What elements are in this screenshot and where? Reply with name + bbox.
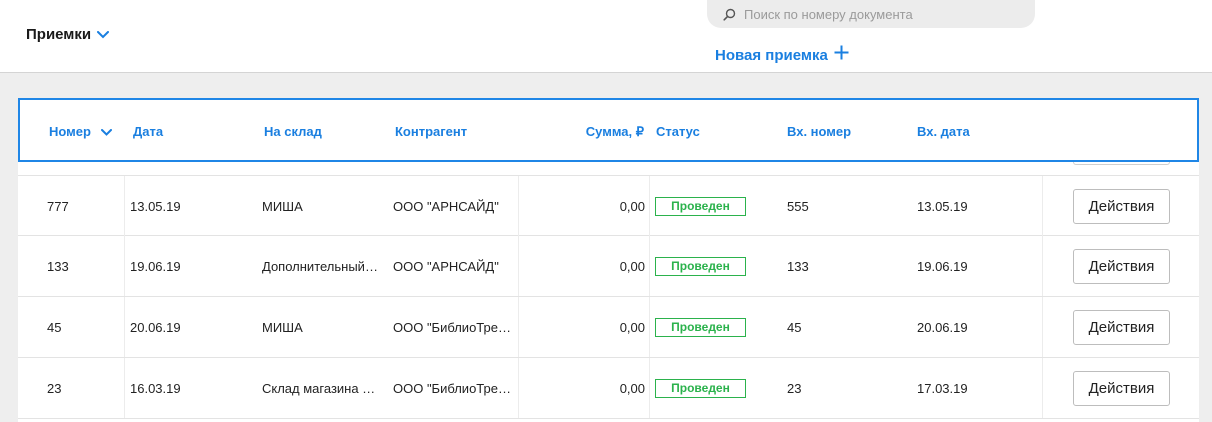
column-divider bbox=[1042, 236, 1043, 296]
column-header-status[interactable]: Статус bbox=[656, 124, 700, 139]
cell-in-number: 555 bbox=[787, 198, 809, 214]
cell-in-date: 20.06.19 bbox=[917, 319, 968, 335]
cell-counterparty: ООО "АРНСАЙД" bbox=[393, 236, 515, 296]
search-input[interactable] bbox=[744, 6, 1024, 22]
actions-button[interactable]: Действия bbox=[1073, 371, 1170, 406]
cell-sum: 0,00 bbox=[619, 198, 645, 214]
new-receipt-button[interactable]: Новая приемка bbox=[715, 45, 849, 65]
cell-number: 23 bbox=[47, 380, 62, 396]
column-header-warehouse[interactable]: На склад bbox=[264, 124, 322, 139]
column-divider bbox=[1042, 358, 1043, 418]
search-icon bbox=[723, 8, 736, 21]
cell-date: 13.05.19 bbox=[130, 198, 181, 214]
cell-in-number: 23 bbox=[787, 380, 802, 396]
cell-number: 45 bbox=[47, 319, 62, 335]
column-divider bbox=[649, 236, 650, 296]
cell-warehouse: МИША bbox=[262, 297, 385, 357]
column-divider bbox=[124, 176, 125, 236]
column-header-date[interactable]: Дата bbox=[133, 124, 163, 139]
column-label: Номер bbox=[49, 124, 91, 139]
cell-status: Проведен bbox=[655, 236, 755, 296]
table-header: Номер Дата На склад Контрагент Сумма, ₽ … bbox=[18, 98, 1199, 162]
cell-warehouse-text: Дополнительный… bbox=[262, 258, 378, 274]
table-row[interactable]: 777 13.05.19 МИША ООО "АРНСАЙД" 0,00 Про… bbox=[18, 175, 1199, 236]
column-divider bbox=[649, 176, 650, 236]
chevron-down-icon bbox=[97, 30, 110, 39]
search-box bbox=[707, 0, 1035, 28]
new-receipt-label: Новая приемка bbox=[715, 46, 828, 64]
top-bar: Приемки Новая приемка bbox=[0, 0, 1212, 73]
column-divider bbox=[124, 236, 125, 296]
actions-button[interactable]: Действия bbox=[1073, 189, 1170, 224]
cell-counterparty: ООО "БиблиоТре… bbox=[393, 358, 515, 418]
column-header-in-date[interactable]: Вх. дата bbox=[917, 124, 970, 139]
status-badge: Проведен bbox=[655, 196, 746, 216]
column-divider bbox=[124, 297, 125, 357]
actions-button[interactable]: Действия bbox=[1073, 249, 1170, 284]
cell-in-date: 19.06.19 bbox=[917, 258, 968, 274]
cell-status: Проведен bbox=[655, 358, 755, 418]
page-title: Приемки bbox=[26, 26, 92, 43]
sort-chevron-down-icon[interactable] bbox=[100, 124, 112, 139]
status-badge: Проведен bbox=[655, 378, 746, 398]
cell-warehouse-text: МИША bbox=[262, 319, 303, 335]
cell-sum: 0,00 bbox=[619, 380, 645, 396]
column-divider bbox=[1042, 176, 1043, 236]
cell-counterparty: ООО "БиблиоТре… bbox=[393, 297, 515, 357]
column-divider bbox=[649, 297, 650, 357]
cell-counterparty: ООО "АРНСАЙД" bbox=[393, 176, 515, 236]
cell-status: Проведен bbox=[655, 297, 755, 357]
table-row[interactable]: 45 20.06.19 МИША ООО "БиблиоТре… 0,00 Пр… bbox=[18, 297, 1199, 358]
column-divider bbox=[124, 358, 125, 418]
cell-counterparty-text: ООО "БиблиоТре… bbox=[393, 380, 511, 396]
actions-button[interactable]: Действия bbox=[1073, 310, 1170, 345]
cell-in-number: 45 bbox=[787, 319, 802, 335]
cell-date: 20.06.19 bbox=[130, 319, 181, 335]
cell-warehouse: Дополнительный… bbox=[262, 236, 385, 296]
cell-in-date: 13.05.19 bbox=[917, 198, 968, 214]
cell-number: 133 bbox=[47, 258, 69, 274]
cell-number: 777 bbox=[47, 198, 69, 214]
column-header-in-number[interactable]: Вх. номер bbox=[787, 124, 851, 139]
cell-counterparty-text: ООО "АРНСАЙД" bbox=[393, 198, 499, 214]
table-row[interactable]: 23 16.03.19 Склад магазина … ООО "Библио… bbox=[18, 358, 1199, 419]
cell-counterparty-text: ООО "АРНСАЙД" bbox=[393, 258, 499, 274]
column-header-number[interactable]: Номер bbox=[49, 124, 112, 139]
plus-icon bbox=[834, 45, 849, 65]
cell-date: 19.06.19 bbox=[130, 258, 181, 274]
status-badge: Проведен bbox=[655, 317, 746, 337]
column-header-sum[interactable]: Сумма, ₽ bbox=[586, 124, 644, 140]
cell-sum: 0,00 bbox=[619, 258, 645, 274]
cell-warehouse-text: Склад магазина … bbox=[262, 380, 376, 396]
cell-warehouse: Склад магазина … bbox=[262, 358, 385, 418]
column-divider bbox=[1042, 297, 1043, 357]
table-body: 777 13.05.19 МИША ООО "АРНСАЙД" 0,00 Про… bbox=[18, 175, 1199, 419]
cell-in-number: 133 bbox=[787, 258, 809, 274]
table-row[interactable]: 133 19.06.19 Дополнительный… ООО "АРНСАЙ… bbox=[18, 236, 1199, 297]
column-divider bbox=[649, 358, 650, 418]
status-badge: Проведен bbox=[655, 256, 746, 276]
column-header-counterparty[interactable]: Контрагент bbox=[395, 124, 467, 139]
cell-warehouse: МИША bbox=[262, 176, 385, 236]
cell-date: 16.03.19 bbox=[130, 380, 181, 396]
cell-status: Проведен bbox=[655, 176, 755, 236]
cell-in-date: 17.03.19 bbox=[917, 380, 968, 396]
cell-counterparty-text: ООО "БиблиоТре… bbox=[393, 319, 511, 335]
receipts-table: Номер Дата На склад Контрагент Сумма, ₽ … bbox=[18, 98, 1199, 422]
cell-sum: 0,00 bbox=[619, 319, 645, 335]
page-title-dropdown[interactable]: Приемки bbox=[26, 26, 110, 43]
cell-warehouse-text: МИША bbox=[262, 198, 303, 214]
